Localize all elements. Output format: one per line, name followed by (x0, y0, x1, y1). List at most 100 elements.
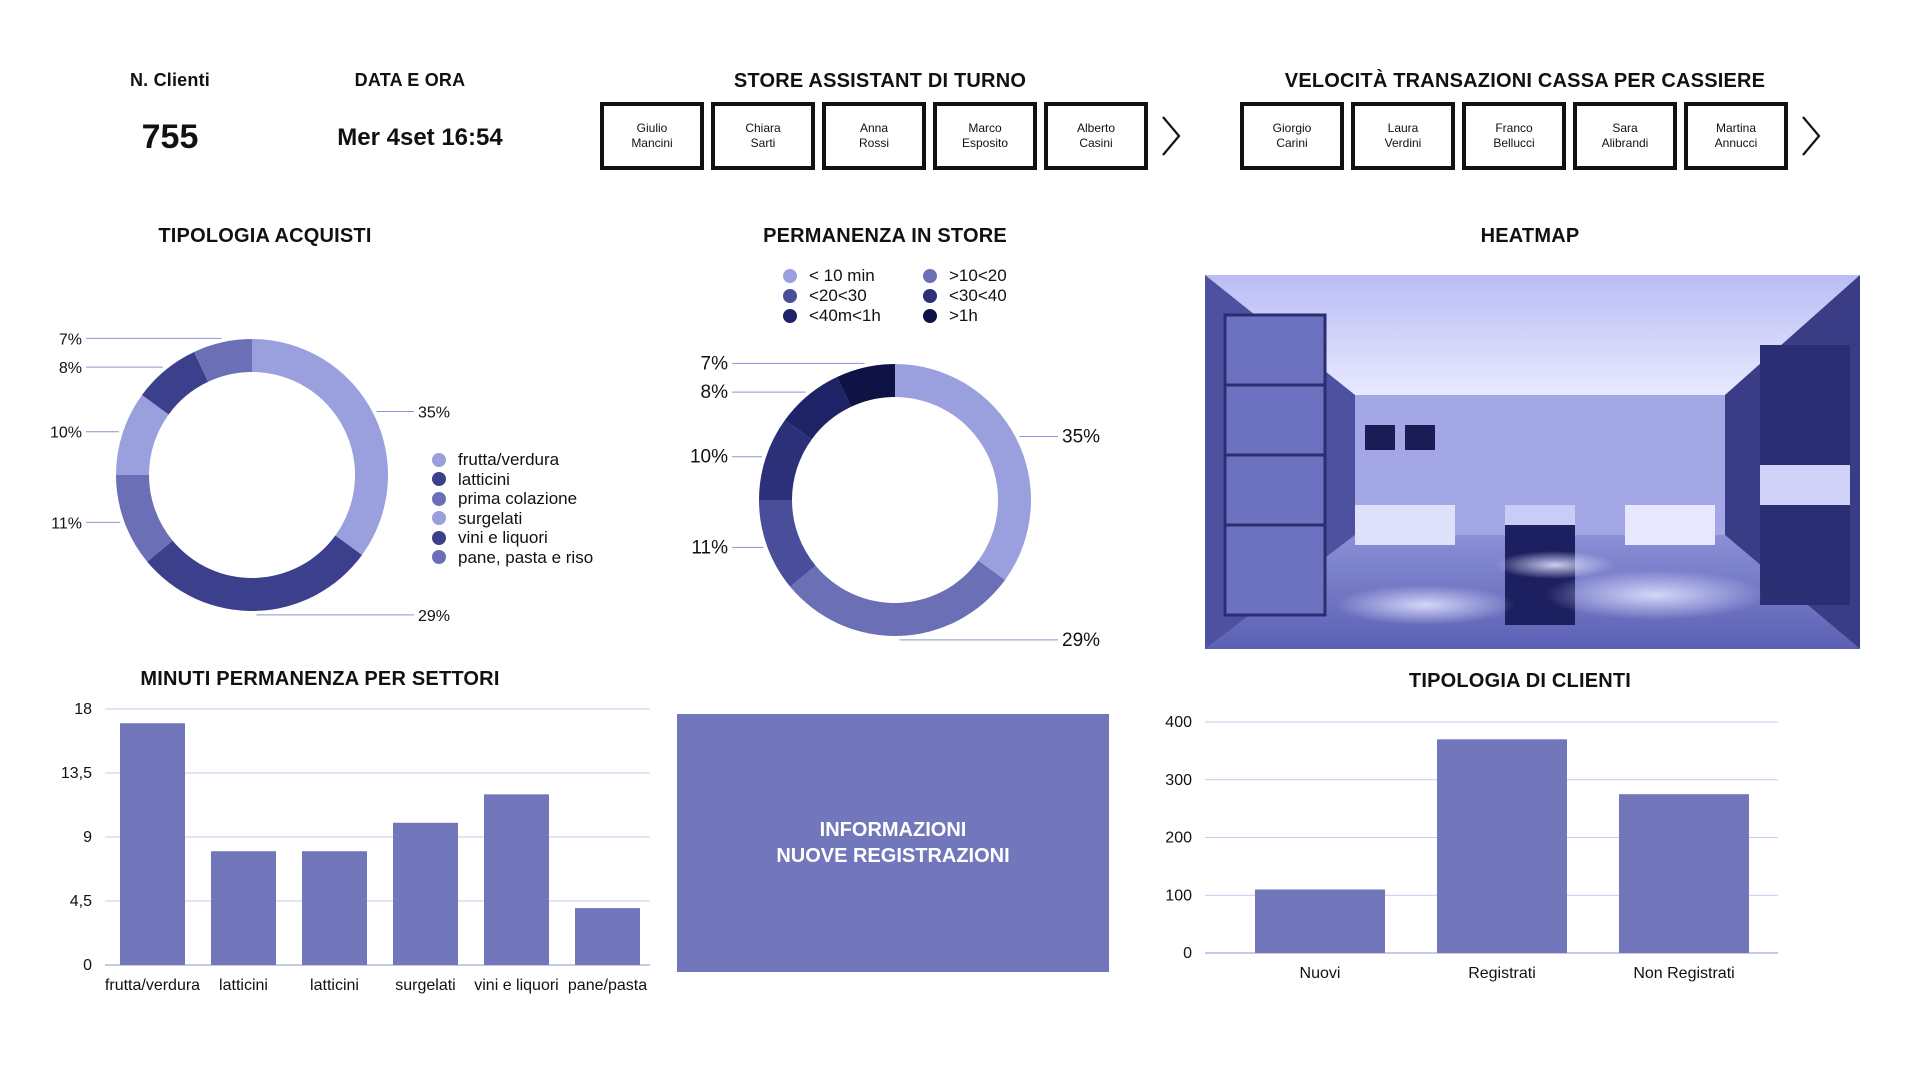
cashier-card[interactable]: Sara Alibrandi (1573, 102, 1677, 170)
legend-swatch (432, 452, 446, 467)
donut-slice (895, 364, 1031, 580)
new-registrations-panel[interactable]: INFORMAZIONI NUOVE REGISTRAZIONI (677, 714, 1109, 972)
legend-swatch (432, 530, 446, 545)
datetime-label: DATA E ORA (354, 70, 466, 90)
slice-label: 11% (51, 515, 82, 532)
slice-label: 10% (50, 425, 82, 442)
stay-legend: < 10 min >10<20 <20<30 <30<40 <40m<1h >1… (783, 266, 1043, 326)
legend-item: latticini (432, 470, 593, 490)
stay-chart-title: PERMANENZA IN STORE (763, 225, 1007, 247)
y-tick-label: 100 (1165, 887, 1192, 904)
legend-item: < 10 min (783, 266, 923, 286)
assistant-last-name: Casini (1079, 136, 1113, 150)
assistants-title: STORE ASSISTANT DI TURNO (733, 70, 1027, 92)
info-line-2: NUOVE REGISTRAZIONI (776, 845, 1010, 867)
cashier-first-name: Franco (1495, 121, 1533, 135)
legend-label: surgelati (458, 508, 523, 528)
legend-label: pane, pasta e riso (458, 547, 594, 567)
cashier-last-name: Annucci (1714, 136, 1758, 150)
bar (393, 822, 458, 965)
cashier-last-name: Alibrandi (1601, 136, 1649, 150)
legend-item: pane, pasta e riso (432, 548, 593, 568)
legend-label: < 10 min (809, 266, 875, 285)
sectors-bar-chart: 0 4,5 9 13,5 18 frutta/verdura latticini lattic… (61, 701, 650, 994)
x-tick-label: pane/pasta (568, 977, 647, 994)
cashier-card[interactable]: Martina Annucci (1684, 102, 1788, 170)
legend-label: latticini (458, 469, 510, 489)
legend-swatch (783, 289, 797, 303)
slice-label: 29% (418, 608, 450, 625)
legend-item: surgelati (432, 509, 593, 529)
x-tick-label: latticini (310, 977, 359, 994)
assistant-card[interactable]: Anna Rossi (822, 102, 926, 170)
x-tick-label: vini e liquori (474, 977, 558, 994)
y-tick-label: 300 (1165, 772, 1192, 789)
legend-label: >10<20 (949, 266, 1007, 285)
legend-swatch (432, 472, 446, 487)
bar (120, 723, 185, 965)
heatmap-title: HEATMAP (1480, 225, 1580, 247)
chevron-right-icon (1162, 116, 1181, 156)
legend-label: frutta/verdura (458, 450, 560, 469)
clients-label: N. Clienti (129, 70, 210, 90)
info-line-1: INFORMAZIONI (819, 819, 967, 841)
legend-swatch (432, 491, 446, 506)
purchases-donut-chart: 35% 29% 11% 10% 8% 7% (50, 331, 450, 625)
assistant-last-name: Mancini (631, 136, 673, 150)
client-types-bar-chart: 0 100 200 300 400 Nuovi Registrati Non Registra… (1165, 714, 1778, 982)
cashier-card[interactable]: Giorgio Carini (1240, 102, 1344, 170)
bar (575, 908, 640, 965)
assistant-first-name: Chiara (745, 121, 781, 135)
legend-swatch (923, 309, 937, 323)
legend-item: frutta/verdura (432, 450, 593, 470)
assistant-last-name: Sarti (750, 136, 776, 150)
bar (1255, 889, 1385, 953)
x-tick-label: surgelati (395, 977, 455, 994)
assistant-last-name: Esposito (961, 136, 1009, 150)
cashier-first-name: Giorgio (1272, 121, 1312, 135)
heatmap-image[interactable] (1205, 275, 1860, 649)
y-tick-label: 18 (74, 701, 92, 718)
legend-swatch (923, 269, 937, 283)
legend-swatch (923, 289, 937, 303)
purchases-chart-title: TIPOLOGIA ACQUISTI (158, 225, 372, 247)
cashier-last-name: Verdini (1384, 136, 1422, 150)
slice-label: 11% (691, 537, 728, 558)
slice-label: 7% (701, 353, 729, 374)
slice-label: 7% (59, 331, 82, 348)
y-tick-label: 13,5 (61, 765, 92, 782)
bar (302, 851, 367, 965)
donut-slice (790, 560, 1006, 636)
assistant-card[interactable]: Chiara Sarti (711, 102, 815, 170)
cashier-first-name: Martina (1715, 121, 1756, 135)
slice-label: 8% (59, 360, 82, 377)
legend-item: <20<30 (783, 286, 923, 306)
assistant-card[interactable]: Giulio Mancini (600, 102, 704, 170)
cashiers-next-button[interactable] (1795, 102, 1827, 170)
bar (484, 794, 549, 965)
clients-value: 755 (141, 118, 199, 156)
cashier-card[interactable]: Franco Bellucci (1462, 102, 1566, 170)
x-tick-label: Non Registrati (1633, 965, 1734, 982)
cashier-card[interactable]: Laura Verdini (1351, 102, 1455, 170)
legend-label: <40m<1h (809, 306, 881, 325)
assistant-card[interactable]: Marco Esposito (933, 102, 1037, 170)
assistant-first-name: Alberto (1076, 121, 1116, 135)
assistants-next-button[interactable] (1155, 102, 1187, 170)
legend-item: <40m<1h (783, 306, 923, 326)
legend-label: vini e liquori (458, 528, 548, 547)
legend-swatch (783, 269, 797, 283)
cashier-first-name: Laura (1387, 121, 1419, 135)
y-tick-label: 9 (83, 829, 92, 846)
bar (211, 851, 276, 965)
legend-swatch (783, 309, 797, 323)
legend-swatch (432, 550, 446, 565)
assistant-card[interactable]: Alberto Casini (1044, 102, 1148, 170)
bar (1437, 739, 1567, 953)
x-tick-label: latticini (219, 977, 268, 994)
stay-donut-chart: 35% 29% 11% 10% 8% 7% (690, 353, 1100, 651)
legend-label: <30<40 (949, 286, 1007, 305)
x-tick-label: frutta/verdura (105, 977, 200, 994)
cashiers-list: Giorgio Carini Laura Verdini Franco Bellucc… (1240, 102, 1827, 170)
assistant-first-name: Giulio (636, 121, 668, 135)
